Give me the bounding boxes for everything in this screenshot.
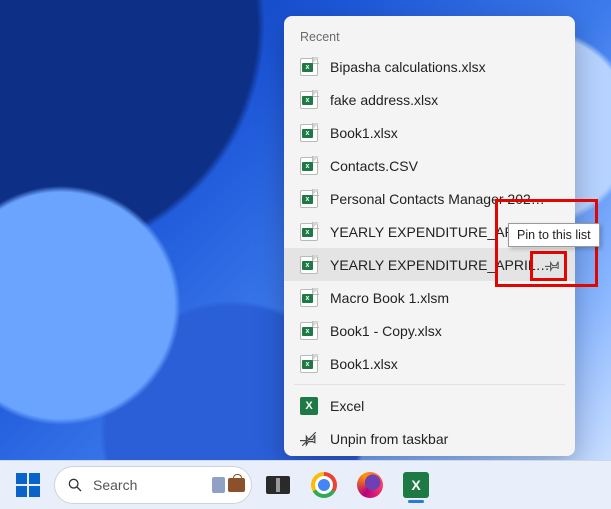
- pin-to-list-button[interactable]: [539, 252, 567, 278]
- unpin-icon: [300, 430, 318, 448]
- excel-file-icon: [300, 190, 318, 208]
- recent-item-label: Book1.xlsx: [330, 356, 550, 372]
- recent-item[interactable]: fake address.xlsx: [284, 83, 575, 116]
- recent-item[interactable]: Macro Book 1.xlsm: [284, 281, 575, 314]
- excel-file-icon: [300, 91, 318, 109]
- excel-file-icon: [300, 157, 318, 175]
- recent-item-label: Book1.xlsx: [330, 125, 550, 141]
- recent-item[interactable]: YEARLY EXPENDITURE_APRIL'2…: [284, 248, 575, 281]
- recent-item-label: fake address.xlsx: [330, 92, 550, 108]
- excel-file-icon: [300, 256, 318, 274]
- excel-icon: X: [403, 472, 429, 498]
- excel-app-icon: X: [300, 397, 318, 415]
- excel-file-icon: [300, 124, 318, 142]
- excel-file-icon: [300, 58, 318, 76]
- search-highlights-icon: [212, 477, 245, 493]
- unpin-from-taskbar-item[interactable]: Unpin from taskbar: [284, 422, 575, 455]
- excel-file-icon: [300, 223, 318, 241]
- pin-icon: [545, 257, 561, 273]
- recent-item-label: Book1 - Copy.xlsx: [330, 323, 550, 339]
- search-icon: [67, 477, 83, 493]
- taskbar-search[interactable]: Search: [54, 466, 252, 504]
- excel-file-icon: [300, 355, 318, 373]
- recent-item-label: Personal Contacts Manager 2020.xlsx: [330, 191, 550, 207]
- chrome-icon: [311, 472, 337, 498]
- excel-file-icon: [300, 289, 318, 307]
- recent-item-label: YEARLY EXPENDITURE_APRIL'2…: [330, 257, 550, 273]
- search-placeholder: Search: [93, 477, 202, 493]
- excel-file-icon: [300, 322, 318, 340]
- start-button[interactable]: [8, 465, 48, 505]
- open-app-item[interactable]: X Excel: [284, 389, 575, 422]
- recent-item[interactable]: Book1.xlsx: [284, 347, 575, 380]
- recent-item[interactable]: Book1 - Copy.xlsx: [284, 314, 575, 347]
- recent-item-label: Macro Book 1.xlsm: [330, 290, 550, 306]
- unpin-label: Unpin from taskbar: [330, 431, 550, 447]
- section-label-recent: Recent: [284, 22, 575, 50]
- firefox-icon: [357, 472, 383, 498]
- recent-item-label: Contacts.CSV: [330, 158, 550, 174]
- taskbar-app-firefox[interactable]: [350, 465, 390, 505]
- recent-item[interactable]: Personal Contacts Manager 2020.xlsx: [284, 182, 575, 215]
- recent-item[interactable]: Book1.xlsx: [284, 116, 575, 149]
- windows-logo-icon: [16, 473, 40, 497]
- taskbar-app-excel[interactable]: X: [396, 465, 436, 505]
- menu-divider: [294, 384, 565, 385]
- taskbar-app-chrome[interactable]: [304, 465, 344, 505]
- task-view-button[interactable]: [258, 465, 298, 505]
- open-app-label: Excel: [330, 398, 550, 414]
- recent-item[interactable]: Bipasha calculations.xlsx: [284, 50, 575, 83]
- task-view-icon: [266, 476, 290, 494]
- pin-tooltip: Pin to this list: [508, 223, 600, 247]
- recent-item[interactable]: Contacts.CSV: [284, 149, 575, 182]
- recent-item-label: Bipasha calculations.xlsx: [330, 59, 550, 75]
- taskbar: Search X: [0, 460, 611, 509]
